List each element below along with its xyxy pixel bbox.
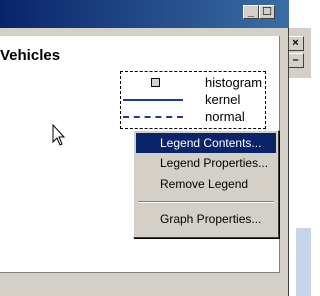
window-frame-bottom (0, 272, 280, 296)
background-minimize-button[interactable]: – (287, 53, 304, 68)
menu-item-remove-legend[interactable]: Remove Legend (136, 174, 276, 194)
minimize-icon: – (292, 54, 299, 66)
window-frame-divider (0, 272, 280, 273)
menu-item-graph-properties[interactable]: Graph Properties... (136, 209, 276, 229)
graph-title: Vehicles (0, 47, 61, 64)
window-frame-edge (288, 28, 289, 296)
context-menu: Legend Contents... Legend Properties... … (133, 130, 279, 238)
menu-separator (138, 201, 274, 203)
menu-item-legend-properties[interactable]: Legend Properties... (136, 153, 276, 173)
legend-entry-histogram: histogram (121, 75, 267, 91)
maximize-button[interactable]: ☐ (259, 5, 275, 19)
legend-label: histogram (205, 75, 263, 90)
graph-legend[interactable]: histogram kernel normal (120, 71, 266, 129)
dashed-line-icon (123, 116, 183, 118)
legend-entry-kernel: kernel (121, 92, 267, 108)
minimize-icon: _ (247, 5, 255, 18)
close-icon: × (292, 37, 299, 49)
mouse-cursor-icon (52, 124, 66, 146)
background-close-button[interactable]: × (287, 36, 304, 51)
square-icon (151, 78, 160, 87)
minimize-button[interactable]: _ (243, 5, 259, 19)
menu-item-legend-contents[interactable]: Legend Contents... (136, 133, 276, 153)
legend-label: kernel (205, 92, 241, 107)
solid-line-icon (123, 99, 183, 101)
legend-label: normal (205, 109, 245, 124)
background-graphic (296, 228, 311, 296)
legend-entry-normal: normal (121, 109, 267, 125)
graph-area-border (279, 36, 280, 272)
window-frame-top (0, 28, 289, 36)
maximize-icon: ☐ (262, 5, 272, 18)
